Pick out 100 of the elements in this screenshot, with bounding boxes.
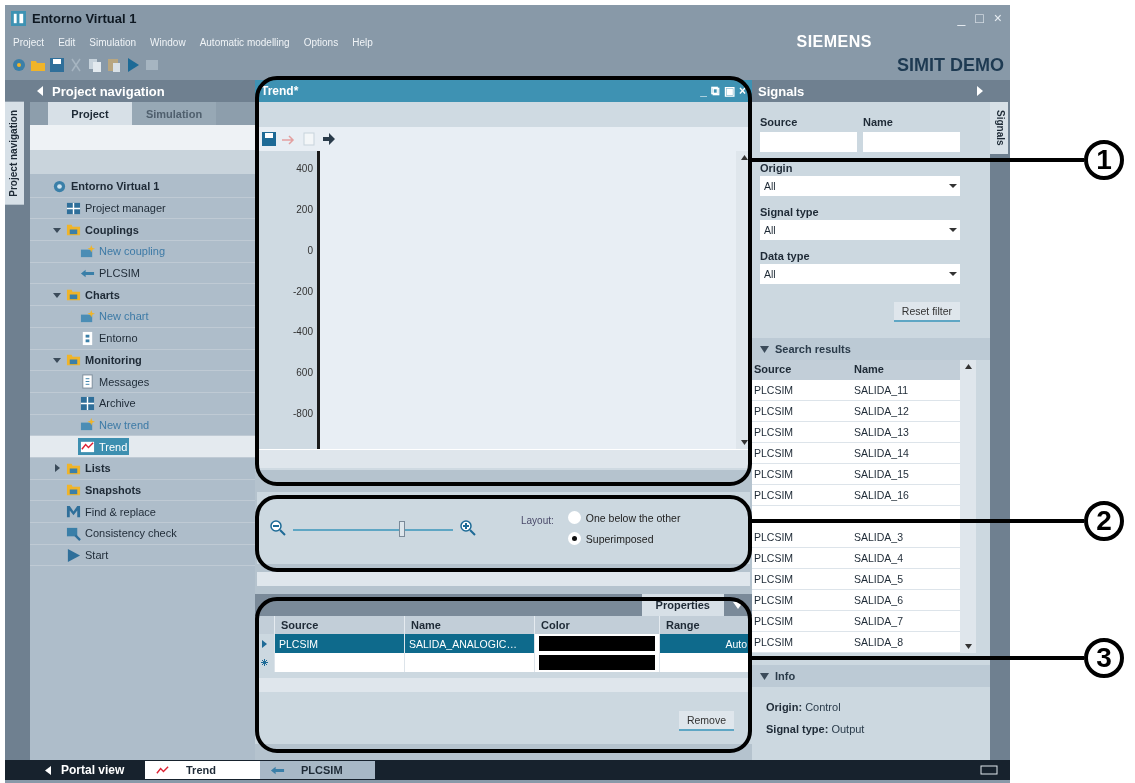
app-icon: [11, 10, 26, 26]
dropdown-arrow-icon[interactable]: [733, 601, 743, 609]
window-control[interactable]: _: [700, 84, 707, 98]
panel-title: Trend*: [261, 84, 300, 98]
collapse-arrow-icon[interactable]: [53, 355, 61, 364]
archive-icon: [80, 395, 95, 411]
scroll-down-icon[interactable]: [740, 440, 748, 445]
radio-button[interactable]: [567, 511, 581, 524]
scroll-down-icon[interactable]: [964, 644, 972, 649]
folder-icon: [66, 222, 81, 238]
color-swatch[interactable]: [539, 636, 655, 651]
field-label: Origin: [760, 162, 794, 174]
tab[interactable]: Project: [48, 102, 132, 125]
axis-label: 400: [296, 163, 314, 176]
dropdown[interactable]: All: [760, 220, 960, 240]
section-title: Search results: [775, 343, 851, 355]
table-cell: SALIDA_5: [852, 569, 960, 590]
table-cell: SALIDA_14: [852, 443, 960, 464]
tree-item[interactable]: Start: [64, 546, 111, 564]
input-field[interactable]: [760, 132, 857, 152]
zoom-out-icon[interactable]: [269, 519, 287, 537]
tree-item[interactable]: Project manager: [64, 199, 168, 217]
tree-item[interactable]: PLCSIM: [78, 264, 142, 282]
back-arrow-icon[interactable]: [45, 765, 51, 775]
tree-item[interactable]: Messages: [78, 373, 152, 391]
table-cell: SALIDA_7: [852, 611, 960, 632]
column-header[interactable]: Source: [752, 360, 852, 380]
section-title: Info: [775, 670, 796, 682]
tree-item[interactable]: Charts: [64, 286, 122, 304]
dropdown[interactable]: All: [760, 176, 960, 196]
table-cell: PLCSIM: [752, 632, 852, 653]
axis-label: -800: [293, 408, 314, 422]
monitor-icon[interactable]: [980, 765, 998, 775]
table-cell: PLCSIM: [752, 611, 852, 632]
product-name: SIMIT DEMO: [897, 54, 1004, 76]
table-cell: SALIDA_4: [852, 548, 960, 569]
dropdown[interactable]: All: [760, 264, 960, 284]
remove-button[interactable]: Remove: [678, 711, 734, 731]
tree-item[interactable]: Entorno: [78, 329, 140, 347]
column-header[interactable]: Color: [535, 616, 660, 634]
zoom-slider[interactable]: [293, 519, 453, 537]
collapse-arrow-icon[interactable]: [760, 672, 769, 680]
scrollbar[interactable]: [960, 360, 976, 653]
side-tab[interactable]: Signals: [990, 102, 1008, 154]
column-header[interactable]: Source: [275, 616, 405, 634]
radio-button[interactable]: [567, 532, 581, 545]
list-icon: [80, 374, 95, 390]
radio-option[interactable]: One below the other: [567, 511, 681, 524]
table-cell: PLCSIM: [752, 590, 852, 611]
column-header[interactable]: Name: [405, 616, 535, 634]
tree-item[interactable]: Archive: [78, 394, 138, 412]
collapse-arrow-icon[interactable]: [53, 290, 61, 299]
zoom-in-icon[interactable]: [459, 519, 477, 537]
info-text: Origin: Control: [766, 701, 841, 713]
expand-arrow-icon[interactable]: [53, 464, 61, 473]
side-tab[interactable]: Project navigation: [5, 102, 24, 205]
column-header[interactable]: Name: [852, 360, 960, 380]
tree-item[interactable]: Couplings: [64, 221, 141, 239]
save-icon[interactable]: [49, 57, 65, 73]
portal-view-button[interactable]: Portal view: [5, 762, 145, 778]
field-label: Source: [760, 116, 799, 128]
window-title: Entorno Virtual 1: [32, 10, 138, 26]
play-icon: [66, 547, 81, 563]
reset-button[interactable]: Reset filter: [893, 302, 960, 322]
table-cell: SALIDA_6: [852, 590, 960, 611]
collapse-arrow-icon[interactable]: [760, 345, 769, 353]
save-icon[interactable]: [261, 131, 277, 147]
table-cell: PLCSIM: [752, 548, 852, 569]
tree-item[interactable]: Entorno Virtual 1: [50, 177, 162, 195]
collapse-arrow-icon[interactable]: [36, 86, 44, 96]
tree-item[interactable]: Consistency check: [64, 524, 179, 542]
tree-item[interactable]: Lists: [64, 459, 113, 477]
tree-item[interactable]: Snapshots: [64, 481, 144, 499]
input-field[interactable]: [863, 132, 960, 152]
callout-number: 3: [1084, 638, 1124, 678]
taskbar-tab[interactable]: Trend: [145, 761, 260, 779]
taskbar-tab[interactable]: PLCSIM: [260, 761, 375, 779]
collapse-arrow-icon[interactable]: [53, 225, 61, 234]
folder-icon: [66, 482, 81, 498]
tree-item[interactable]: Monitoring: [64, 351, 144, 369]
color-swatch[interactable]: [539, 655, 655, 670]
cursor-icon[interactable]: [321, 131, 337, 147]
table-cell: PLCSIM: [752, 443, 852, 464]
scrollbar[interactable]: [257, 572, 750, 586]
table-cell: PLCSIM: [752, 485, 852, 506]
folder-icon: [66, 287, 81, 303]
tree-item[interactable]: Trend: [78, 438, 130, 456]
axis-label: -400: [293, 326, 314, 340]
radio-option[interactable]: Superimposed: [567, 532, 681, 545]
find-icon: [66, 504, 81, 520]
axis-label: 600: [296, 367, 314, 381]
window-control[interactable]: ⧉: [711, 84, 720, 98]
window-control[interactable]: ×: [739, 84, 746, 98]
scroll-up-icon[interactable]: [740, 155, 748, 160]
table-cell: SALIDA_8: [852, 632, 960, 653]
scroll-up-icon[interactable]: [964, 364, 972, 369]
slider-thumb[interactable]: [398, 521, 405, 537]
tree-item[interactable]: Find & replace: [64, 503, 158, 521]
expand-arrow-icon[interactable]: [976, 86, 984, 96]
window-control[interactable]: ▣: [724, 84, 735, 98]
